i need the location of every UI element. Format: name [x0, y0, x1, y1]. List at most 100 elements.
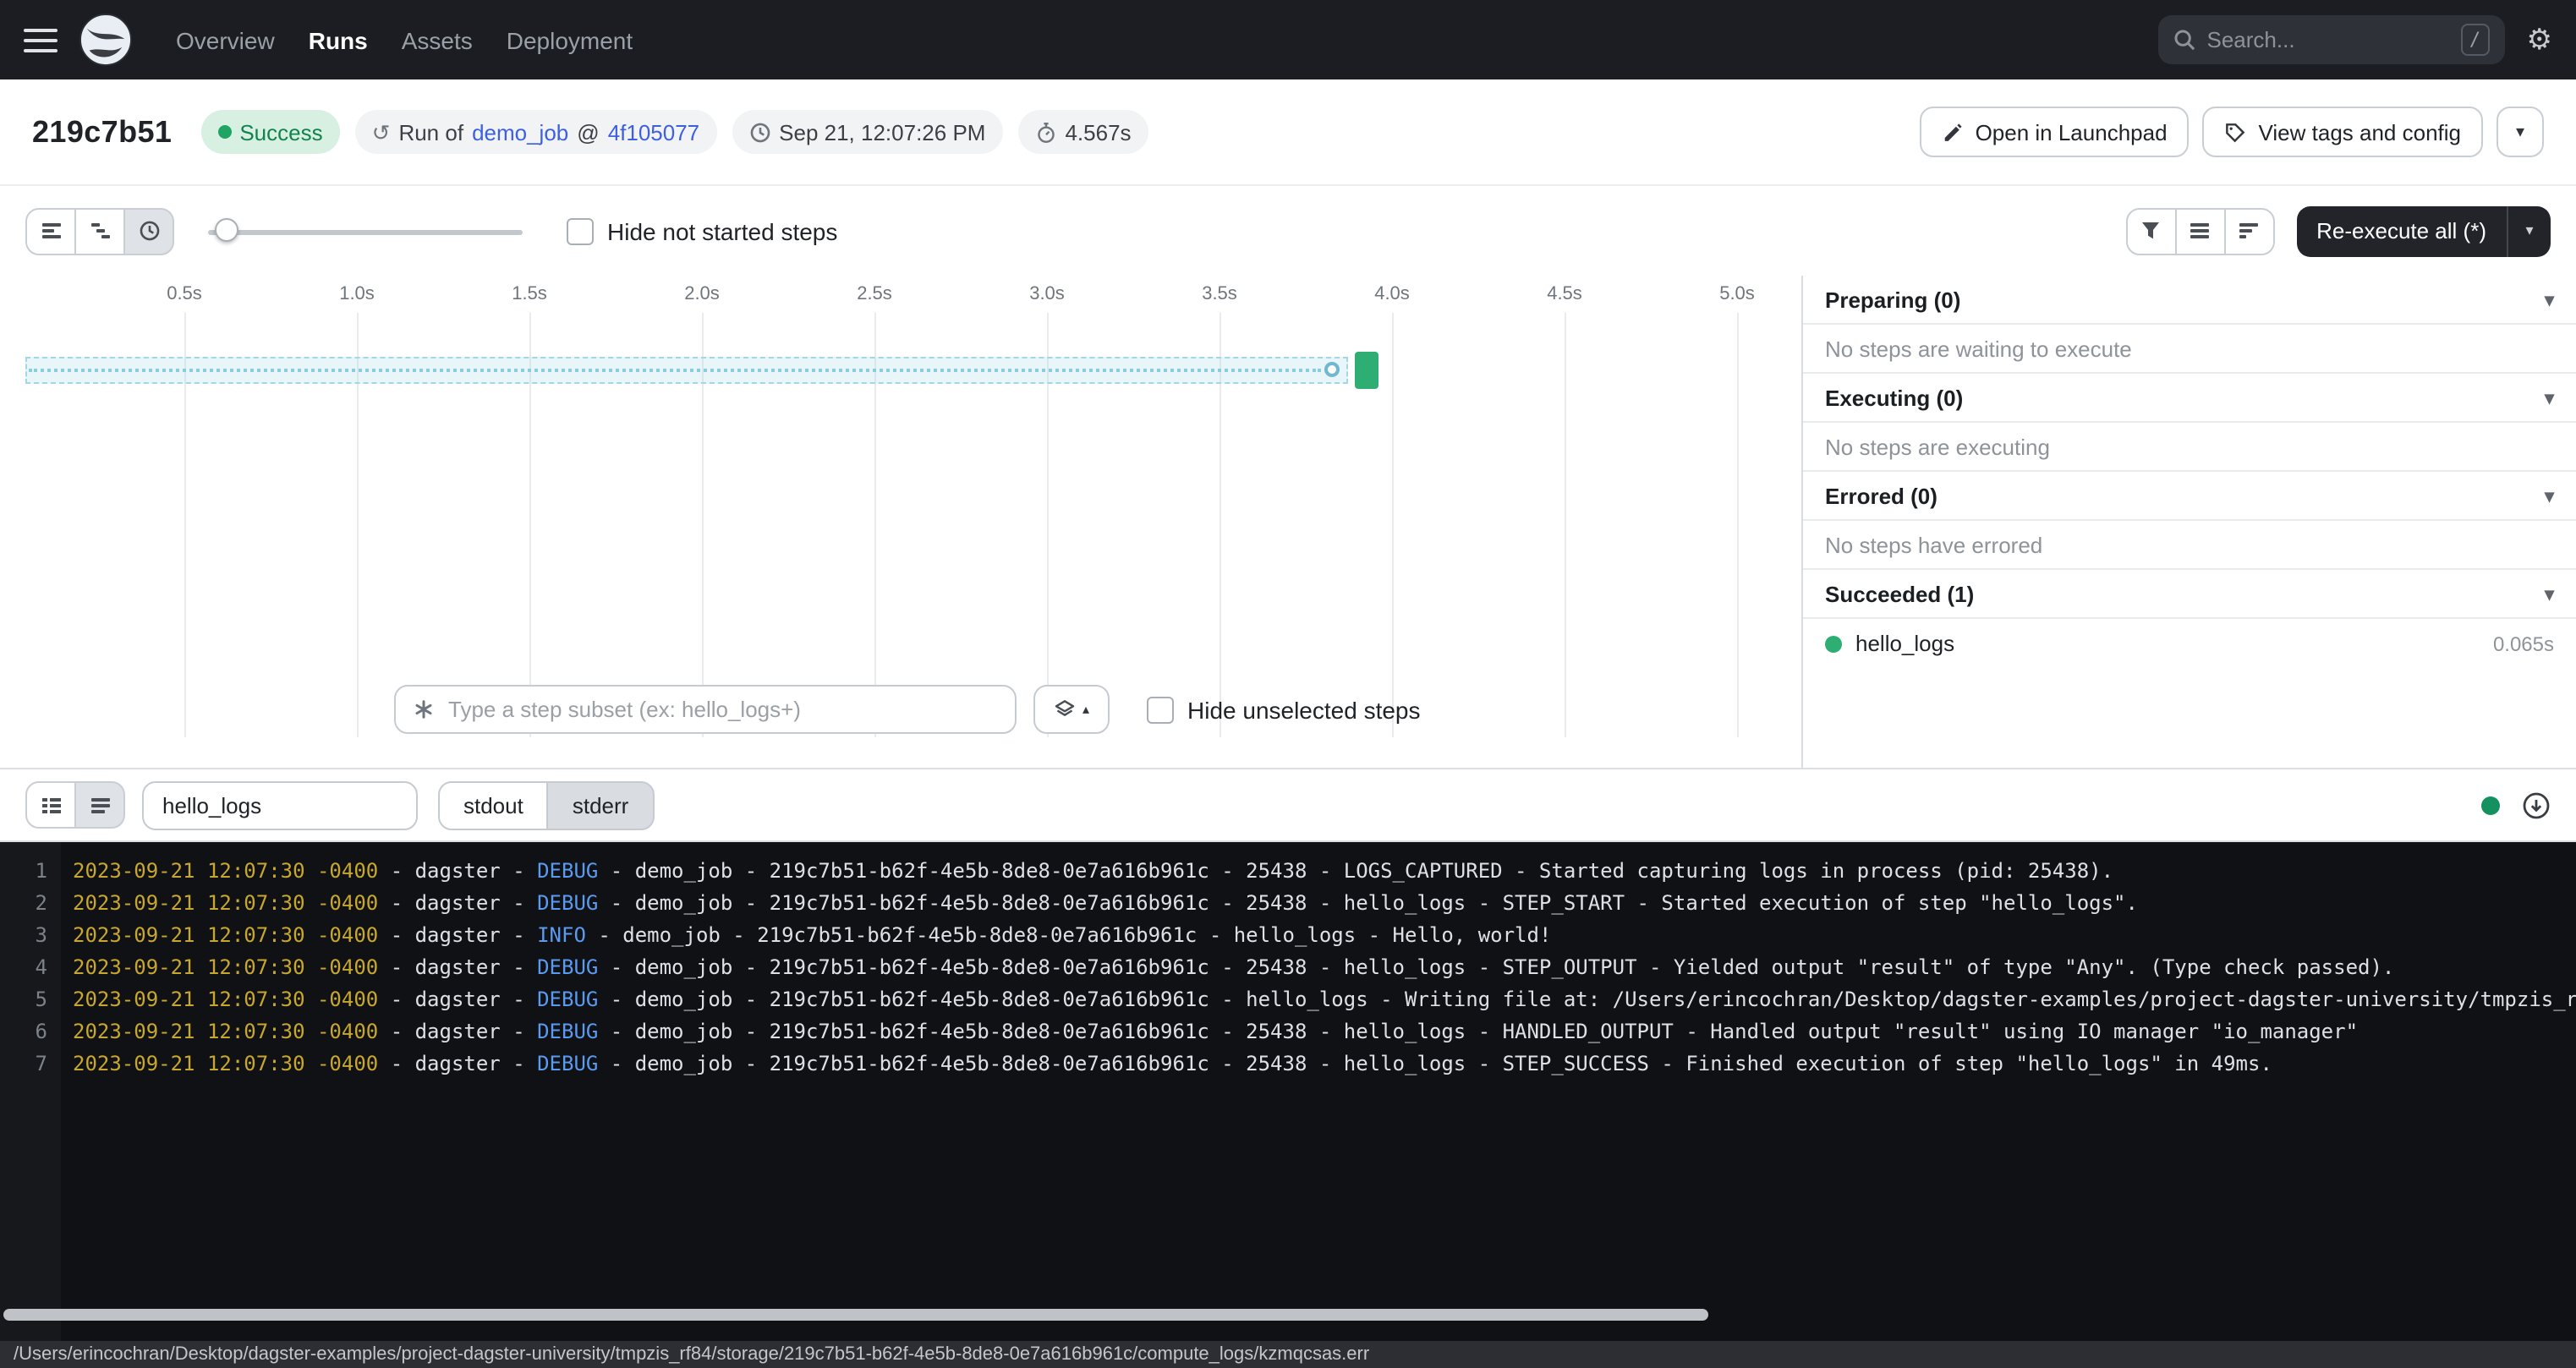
search-icon — [2173, 29, 2195, 51]
nav-item-overview[interactable]: Overview — [161, 16, 290, 63]
log-step-filter-input[interactable] — [144, 792, 416, 818]
slider-track[interactable] — [208, 229, 523, 234]
log-status-dot — [2481, 796, 2500, 814]
log-filter-buttons — [2125, 207, 2274, 254]
raw-lines-icon — [89, 794, 111, 816]
history-icon: ↺ — [372, 121, 391, 143]
layers-icon — [1054, 698, 1076, 720]
nav-item-runs[interactable]: Runs — [293, 16, 383, 63]
chevron-down-icon: ▾ — [2516, 123, 2524, 141]
hide-unselected-checkbox[interactable] — [1147, 696, 1174, 723]
axis-tick-label: 5.0s — [1719, 284, 1755, 304]
structured-log-view-button[interactable] — [25, 781, 76, 829]
waterfall-icon — [89, 220, 111, 242]
chevron-down-icon: ▾ — [2545, 386, 2554, 408]
log-lines: 1 2023-09-21 12:07:30 -0400 - dagster - D… — [0, 856, 2576, 1081]
waterfall-view-button[interactable] — [74, 207, 125, 254]
gantt-toolbar-right: Re-execute all (*) ▾ — [2125, 205, 2551, 256]
run-of-pill: ↺ Run of demo_job @ 4f105077 — [355, 110, 717, 154]
log-line-text: 2023-09-21 12:07:30 -0400 - dagster - DE… — [73, 888, 2138, 920]
sort-button[interactable] — [2223, 207, 2274, 254]
commit-link[interactable]: 4f105077 — [608, 119, 699, 145]
raw-log-view-button[interactable] — [74, 781, 125, 829]
tab-stdout[interactable]: stdout — [438, 780, 549, 829]
search-input[interactable] — [2207, 27, 2449, 52]
open-launchpad-button[interactable]: Open in Launchpad — [1920, 107, 2190, 157]
log-line-text: 2023-09-21 12:07:30 -0400 - dagster - IN… — [73, 920, 1551, 952]
row-density-button[interactable] — [2174, 207, 2225, 254]
success-dot-icon — [217, 125, 231, 139]
log-line[interactable]: 32023-09-21 12:07:30 -0400 - dagster - I… — [0, 920, 2576, 952]
timestamp-pill: Sep 21, 12:07:26 PM — [732, 110, 1002, 154]
horizontal-scrollbar[interactable] — [3, 1309, 1708, 1321]
chevron-down-icon: ▾ — [2545, 583, 2554, 605]
log-line[interactable]: 12023-09-21 12:07:30 -0400 - dagster - D… — [0, 856, 2576, 888]
gantt-chart: ▴ Hide unselected steps 0.5s1.0s1.5s2.0s… — [0, 276, 1803, 768]
hide-not-started-checkbox[interactable] — [567, 217, 594, 244]
log-line[interactable]: 2 2023-09-21 12:07:30 -0400 - dagster - D… — [0, 888, 2576, 920]
job-link[interactable]: demo_job — [472, 119, 568, 145]
run-header: 219c7b51 Success ↺ Run of demo_job @ 4f1… — [0, 79, 2576, 186]
download-logs-button[interactable] — [2522, 791, 2551, 819]
slider-knob[interactable] — [215, 217, 238, 241]
sort-lines-icon — [2238, 220, 2260, 242]
view-tags-config-button[interactable]: View tags and config — [2203, 107, 2483, 157]
header-actions: Open in Launchpad View tags and config ▾ — [1920, 107, 2544, 157]
top-nav: OverviewRunsAssetsDeployment / ⚙ — [0, 0, 2576, 79]
axis-tick-label: 3.0s — [1029, 284, 1065, 304]
flat-list-icon — [40, 220, 62, 242]
section-header-1[interactable]: Executing (0) ▾ — [1803, 374, 2576, 423]
flat-view-button[interactable] — [25, 207, 76, 254]
filter-button[interactable] — [2125, 207, 2176, 254]
grid-line — [1737, 313, 1739, 737]
more-run-actions-button[interactable]: ▾ — [2497, 107, 2544, 157]
grid-line — [1565, 313, 1566, 737]
log-line-text: 2023-09-21 12:07:30 -0400 - dagster - DE… — [73, 952, 2394, 984]
log-viewer: 1 2023-09-21 12:07:30 -0400 - dagster - D… — [0, 842, 2576, 1341]
axis-tick-label: 2.0s — [684, 284, 720, 304]
section-empty-text: No steps are executing — [1803, 423, 2576, 472]
hide-unselected-row: Hide unselected steps — [1147, 696, 1421, 723]
nav-item-assets[interactable]: Assets — [386, 16, 488, 63]
run-main-split: ▴ Hide unselected steps 0.5s1.0s1.5s2.0s… — [0, 276, 2576, 769]
section-title: Executing (0) — [1825, 385, 1963, 410]
axis-tick-label: 4.5s — [1547, 284, 1582, 304]
chevron-down-icon: ▾ — [2545, 288, 2554, 310]
clock-icon — [748, 121, 770, 143]
op-selector-icon — [413, 698, 435, 720]
reexecute-all-button[interactable]: Re-execute all (*) — [2296, 205, 2508, 256]
log-line-number: 2 — [0, 888, 47, 920]
log-line[interactable]: 62023-09-21 12:07:30 -0400 - dagster - D… — [0, 1016, 2576, 1048]
step-wait-dotted-line — [29, 369, 1321, 372]
step-bar-hello-logs[interactable] — [1355, 352, 1378, 389]
timed-view-button[interactable] — [123, 207, 174, 254]
nav-item-deployment[interactable]: Deployment — [491, 16, 648, 63]
tag-icon — [2225, 121, 2247, 143]
log-line[interactable]: 72023-09-21 12:07:30 -0400 - dagster - D… — [0, 1048, 2576, 1081]
log-line[interactable]: 52023-09-21 12:07:30 -0400 - dagster - D… — [0, 984, 2576, 1016]
log-stream-tabs: stdout stderr — [438, 780, 654, 829]
section-header-0[interactable]: Preparing (0)▾ — [1803, 276, 2576, 325]
section-header-2[interactable]: Errored (0)▾ — [1803, 472, 2576, 521]
search-box: / — [2158, 15, 2505, 64]
log-line-number: 7 — [0, 1048, 47, 1081]
stopwatch-icon — [1034, 121, 1056, 143]
funnel-icon — [2140, 220, 2162, 242]
axis-tick-label: 1.0s — [339, 284, 375, 304]
step-row[interactable]: hello_logs0.065s — [1803, 619, 2576, 668]
hamburger-menu-button[interactable] — [24, 28, 58, 52]
gantt-zoom-slider[interactable] — [208, 207, 523, 254]
settings-gear-icon[interactable]: ⚙ — [2527, 25, 2553, 54]
nav-items: OverviewRunsAssetsDeployment — [161, 16, 648, 63]
gantt-view-mode-toggle — [25, 207, 174, 254]
status-badge: Success — [200, 110, 339, 154]
log-line-number: 1 — [0, 856, 47, 888]
tab-stderr[interactable]: stderr — [547, 780, 654, 829]
reexecute-split-button: Re-execute all (*) ▾ — [2296, 205, 2551, 256]
hide-unselected-label: Hide unselected steps — [1187, 696, 1421, 723]
section-header-3[interactable]: Succeeded (1)▾ — [1803, 570, 2576, 619]
log-line[interactable]: 42023-09-21 12:07:30 -0400 - dagster - D… — [0, 952, 2576, 984]
step-subset-input[interactable] — [448, 697, 998, 722]
graph-query-options-button[interactable]: ▴ — [1033, 685, 1110, 734]
reexecute-options-button[interactable]: ▾ — [2508, 205, 2551, 256]
